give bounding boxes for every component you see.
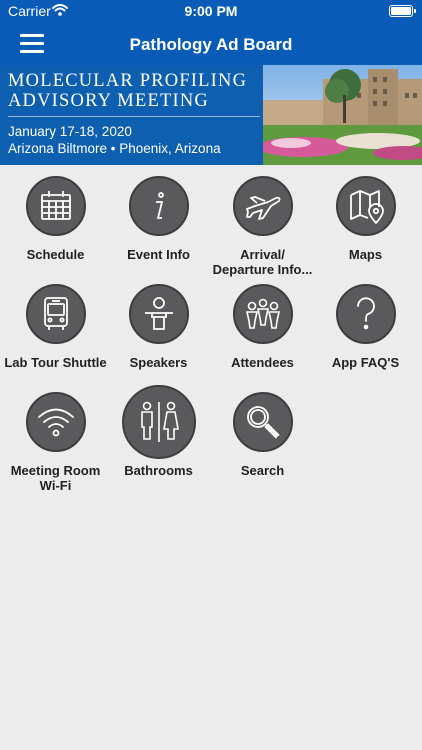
tile-app-faq[interactable]: App FAQ'S xyxy=(313,284,418,370)
tile-label-line2: Wi-Fi xyxy=(39,478,72,493)
tile-label: Meeting Room xyxy=(10,463,101,478)
banner-divider xyxy=(8,116,260,117)
tile-label: Schedule xyxy=(26,247,85,262)
tile-label: Search xyxy=(240,463,285,478)
map-icon xyxy=(349,190,384,224)
tile-lab-tour-shuttle[interactable]: Lab Tour Shuttle xyxy=(3,284,108,370)
tile-label: Bathrooms xyxy=(124,463,193,478)
speaker-podium-icon xyxy=(144,297,173,330)
bus-icon xyxy=(43,297,68,330)
tile-arrival-departure[interactable]: Arrival/ Departure Info... xyxy=(210,176,315,277)
restroom-icon xyxy=(140,401,179,442)
banner-title-line1: MOLECULAR PROFILING xyxy=(8,71,248,91)
tile-event-info[interactable]: Event Info xyxy=(106,176,211,262)
calendar-icon xyxy=(40,191,71,220)
people-icon xyxy=(245,298,280,329)
tile-bathrooms[interactable]: Bathrooms xyxy=(106,385,211,478)
banner-date: January 17-18, 2020 xyxy=(8,124,132,139)
wifi-icon xyxy=(37,408,74,437)
tile-label-line2: Departure Info... xyxy=(212,262,313,277)
banner-text: MOLECULAR PROFILING ADVISORY MEETING Jan… xyxy=(8,71,260,157)
tile-label: Arrival/ xyxy=(240,247,285,262)
banner-title-line2: ADVISORY MEETING xyxy=(8,91,209,111)
tile-label: Lab Tour Shuttle xyxy=(4,355,107,370)
status-bar: Carrier 9:00 PM xyxy=(0,0,422,22)
info-icon xyxy=(155,192,164,219)
airplane-icon xyxy=(245,196,280,220)
tile-maps[interactable]: Maps xyxy=(313,176,418,262)
banner-location: Arizona Biltmore • Phoenix, Arizona xyxy=(8,141,221,156)
question-icon xyxy=(356,297,375,330)
tile-label: Speakers xyxy=(129,355,188,370)
tile-speakers[interactable]: Speakers xyxy=(106,284,211,370)
top-bar: Carrier 9:00 PM Pathology Ad Board xyxy=(0,0,422,65)
event-banner: MOLECULAR PROFILING ADVISORY MEETING Jan… xyxy=(0,65,422,165)
tile-attendees[interactable]: Attendees xyxy=(210,284,315,370)
tile-label: App FAQ'S xyxy=(331,355,400,370)
tile-label: Event Info xyxy=(127,247,190,262)
venue-photo xyxy=(263,65,422,165)
search-icon xyxy=(246,406,279,439)
tile-meeting-room-wifi[interactable]: Meeting Room Wi-Fi xyxy=(3,392,108,493)
tile-search[interactable]: Search xyxy=(210,392,315,478)
page-title: Pathology Ad Board xyxy=(129,35,293,54)
tile-schedule[interactable]: Schedule xyxy=(3,176,108,262)
tile-label: Attendees xyxy=(231,355,294,370)
clock: 9:00 PM xyxy=(184,3,238,19)
tile-label: Maps xyxy=(348,247,383,262)
battery-icon xyxy=(389,5,416,17)
